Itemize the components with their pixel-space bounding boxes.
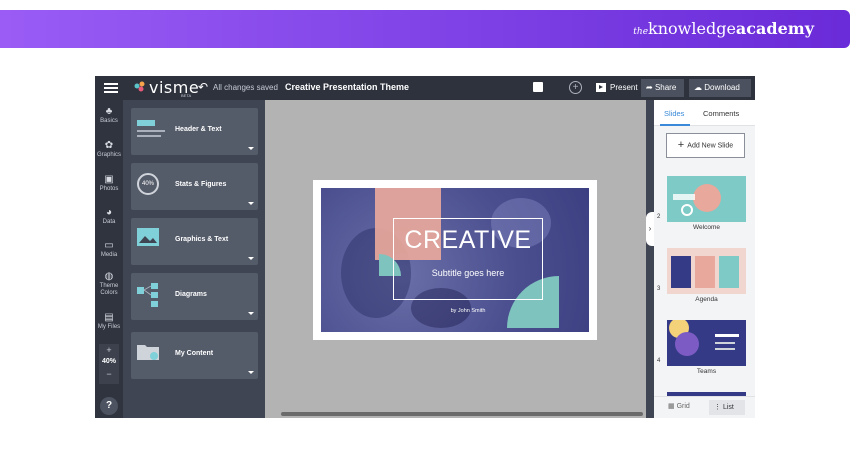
- comment-icon[interactable]: [533, 82, 543, 92]
- slide-number: 2: [657, 214, 661, 220]
- chevron-down-icon: [248, 371, 254, 374]
- horizontal-scrollbar[interactable]: [281, 412, 643, 416]
- image-icon: [137, 228, 159, 246]
- tool-sidebar: ♣ Basics ✿ Graphics ▣ Photos ◕ Data ▭ Media ◍…: [95, 100, 123, 418]
- zoom-in-button[interactable]: +: [99, 344, 119, 356]
- chevron-down-icon: [248, 312, 254, 315]
- header-text-thumb: [137, 120, 165, 137]
- menu-icon[interactable]: [104, 81, 118, 95]
- share-button[interactable]: ➦ Share: [641, 79, 684, 97]
- save-status: All changes saved: [213, 83, 278, 92]
- top-toolbar: visme BETA ↶ All changes saved Creative …: [95, 76, 755, 100]
- zoom-out-button[interactable]: −: [99, 368, 119, 380]
- sidebar-item-photos[interactable]: ▣ Photos: [95, 174, 123, 192]
- diagram-icon: [137, 283, 158, 307]
- tab-slides[interactable]: Slides: [664, 109, 684, 118]
- tab-comments[interactable]: Comments: [703, 109, 739, 118]
- sidebar-item-theme-colors[interactable]: ◍ Theme Colors: [95, 271, 123, 297]
- slide-label: Teams: [696, 368, 717, 375]
- document-title[interactable]: Creative Presentation Theme: [285, 82, 409, 92]
- share-icon: ➦: [646, 83, 655, 92]
- basics-icon: ♣: [105, 106, 113, 117]
- slide-number: 4: [657, 358, 661, 364]
- palette-icon: ◍: [104, 271, 114, 282]
- zoom-control: + 40% −: [99, 344, 119, 384]
- play-icon: [596, 83, 606, 93]
- download-button[interactable]: ☁ Download: [689, 79, 751, 97]
- slide-frame: CREATIVE Subtitle goes here by John Smit…: [313, 180, 597, 340]
- slides-panel: Slides Comments + Add New Slide 2 Welcom…: [654, 100, 755, 418]
- app-name: visme: [149, 78, 200, 97]
- slide-subtitle[interactable]: Subtitle goes here: [393, 268, 543, 278]
- slide-number: 3: [657, 286, 661, 292]
- slide-label: Welcome: [693, 224, 720, 231]
- chevron-down-icon: [248, 257, 254, 260]
- card-my-content[interactable]: My Content: [131, 332, 258, 379]
- present-button[interactable]: Present: [592, 80, 642, 96]
- stats-ring-icon: 40%: [137, 173, 159, 195]
- add-new-slide-button[interactable]: + Add New Slide: [666, 133, 745, 158]
- slide-thumbnail-welcome[interactable]: [667, 176, 746, 222]
- brand-logo: theknowledgeacademy: [633, 19, 814, 38]
- list-view-button[interactable]: ⋮ List: [709, 400, 745, 415]
- slide-thumbnail-agenda[interactable]: [667, 248, 746, 294]
- grid-view-button[interactable]: ▦ Grid: [668, 402, 690, 410]
- sidebar-item-media[interactable]: ▭ Media: [95, 240, 123, 258]
- graphics-icon: ✿: [104, 140, 114, 151]
- card-graphics-text[interactable]: Graphics & Text: [131, 218, 258, 265]
- view-toggle-bar: ▦ Grid ⋮ List: [654, 396, 755, 418]
- slide-byline[interactable]: by John Smith: [393, 308, 543, 314]
- files-icon: ▤: [104, 312, 114, 323]
- list-icon: ⋮: [714, 404, 723, 411]
- data-icon: ◕: [105, 207, 113, 218]
- card-diagrams[interactable]: Diagrams: [131, 273, 258, 320]
- sidebar-item-graphics[interactable]: ✿ Graphics: [95, 140, 123, 158]
- help-button[interactable]: ?: [100, 397, 118, 415]
- slide-title[interactable]: CREATIVE: [393, 226, 543, 255]
- slide-canvas[interactable]: CREATIVE Subtitle goes here by John Smit…: [265, 100, 646, 418]
- undo-icon[interactable]: ↶: [198, 80, 208, 94]
- panel-tabs: Slides Comments: [654, 100, 755, 126]
- current-slide[interactable]: CREATIVE Subtitle goes here by John Smit…: [321, 188, 589, 332]
- active-tab-indicator: [660, 124, 690, 126]
- sidebar-item-my-files[interactable]: ▤ My Files: [95, 312, 123, 330]
- slide-label: Agenda: [695, 296, 718, 303]
- plus-icon: +: [677, 139, 688, 151]
- card-stats-figures[interactable]: 40% Stats & Figures: [131, 163, 258, 210]
- media-icon: ▭: [104, 240, 114, 251]
- add-collaborator-icon[interactable]: +: [569, 81, 582, 94]
- visme-logo-icon: [134, 81, 145, 92]
- brand-banner: theknowledgeacademy: [0, 10, 850, 48]
- chevron-down-icon: [248, 147, 254, 150]
- sidebar-item-data[interactable]: ◕ Data: [95, 207, 123, 225]
- grid-icon: ▦: [668, 403, 677, 410]
- visme-editor: visme BETA ↶ All changes saved Creative …: [95, 76, 755, 418]
- sidebar-item-basics[interactable]: ♣ Basics: [95, 106, 123, 124]
- photos-icon: ▣: [104, 174, 114, 185]
- slide-thumbnail-teams[interactable]: [667, 320, 746, 366]
- folder-icon: [137, 345, 159, 360]
- content-panel: Header & Text 40% Stats & Figures Graphi…: [123, 100, 265, 418]
- beta-tag: BETA: [181, 93, 192, 98]
- card-header-text[interactable]: Header & Text: [131, 108, 258, 155]
- collapse-panel-button[interactable]: ›: [646, 212, 654, 246]
- zoom-level: 40%: [101, 358, 116, 365]
- chevron-down-icon: [248, 202, 254, 205]
- cloud-download-icon: ☁: [694, 83, 705, 92]
